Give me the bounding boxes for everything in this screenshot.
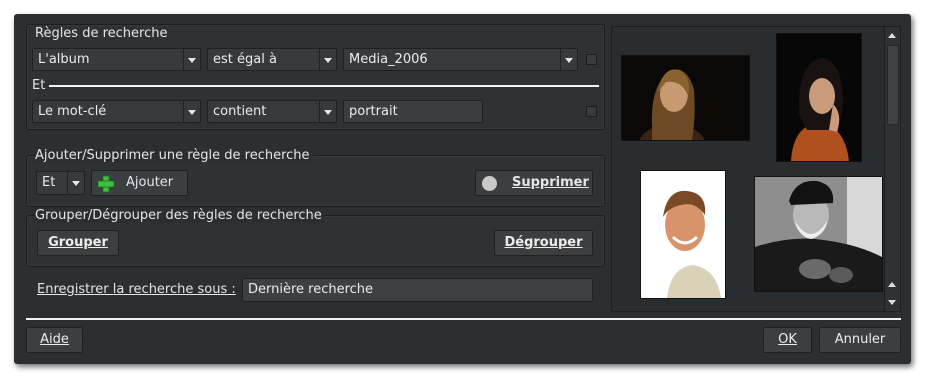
- rule2-operator-value: contient: [213, 104, 267, 119]
- rule1-field-select[interactable]: L'album: [32, 48, 201, 71]
- rule2-field-select[interactable]: Le mot-clé: [32, 100, 201, 123]
- rule2-field-value: Le mot-clé: [38, 104, 107, 119]
- thumbnail-view: [611, 26, 901, 312]
- ungroup-label: Dégrouper: [504, 235, 583, 250]
- scrollbar-handle[interactable]: [887, 45, 899, 125]
- remove-rule-label: Supprimer: [512, 175, 589, 190]
- group-button[interactable]: Grouper: [37, 230, 119, 256]
- plus-icon: [97, 175, 115, 193]
- rule1-operator-select[interactable]: est égal à: [207, 48, 337, 71]
- remove-circle-icon: [482, 176, 497, 191]
- scroll-up-icon[interactable]: [888, 33, 896, 38]
- rule1-operator-value: est égal à: [213, 52, 277, 67]
- remove-rule-button[interactable]: Supprimer: [475, 170, 593, 196]
- rule2-value-input[interactable]: portrait: [343, 100, 483, 123]
- chevron-down-icon: [319, 101, 336, 122]
- help-label: Aide: [40, 332, 69, 347]
- cancel-button[interactable]: Annuler: [819, 327, 901, 353]
- add-rule-button[interactable]: Ajouter: [91, 170, 188, 196]
- portrait-woman-dark-hair-thumbnail[interactable]: [776, 33, 862, 162]
- grouping-title: Grouper/Dégrouper des règles de recherch…: [35, 208, 325, 223]
- conjunction-select[interactable]: Et: [36, 171, 85, 195]
- add-remove-title: Ajouter/Supprimer une règle de recherche: [35, 148, 313, 163]
- group-label: Grouper: [48, 235, 108, 250]
- portrait-old-man-cap-thumbnail[interactable]: [754, 176, 883, 292]
- add-rule-label: Ajouter: [126, 175, 174, 190]
- save-search-label-text: Enregistrer la recherche sous :: [37, 282, 236, 297]
- portrait-man-smiling-icon: [641, 171, 725, 298]
- rule2-value: portrait: [349, 104, 398, 119]
- rule1-field-value: L'album: [38, 52, 90, 67]
- save-search-value: Dernière recherche: [248, 282, 374, 297]
- save-search-label: Enregistrer la recherche sous :: [37, 282, 236, 297]
- thumbnail-scrollbar[interactable]: [884, 27, 900, 311]
- chevron-down-icon: [319, 49, 336, 70]
- rule2-operator-select[interactable]: contient: [207, 100, 337, 123]
- portrait-woman-blonde-thumbnail[interactable]: [621, 55, 750, 141]
- ungroup-button[interactable]: Dégrouper: [494, 230, 593, 256]
- add-remove-group: Ajouter/Supprimer une règle de recherche…: [26, 148, 605, 207]
- search-rules-group: Règles de recherche L'album est égal à M…: [26, 24, 605, 130]
- portrait-woman-dark-hair-icon: [777, 34, 861, 161]
- search-dialog: Règles de recherche L'album est égal à M…: [14, 14, 911, 364]
- footer-divider: [26, 318, 901, 320]
- conjunction-divider: [49, 85, 599, 87]
- rule1-value-select[interactable]: Media_2006: [343, 48, 578, 71]
- search-rules-title: Règles de recherche: [35, 26, 168, 41]
- portrait-man-smiling-thumbnail[interactable]: [640, 170, 726, 299]
- portrait-woman-blonde-icon: [622, 56, 749, 140]
- chevron-down-icon: [560, 49, 577, 70]
- chevron-down-icon: [183, 49, 200, 70]
- ok-button[interactable]: OK: [763, 327, 812, 353]
- conjunction-label: Et: [32, 78, 46, 93]
- cancel-label: Annuler: [834, 332, 886, 347]
- conjunction-select-value: Et: [42, 175, 56, 190]
- chevron-down-icon: [183, 101, 200, 122]
- grouping-group: Grouper/Dégrouper des règles de recherch…: [26, 208, 605, 267]
- portrait-old-man-cap-icon: [755, 177, 882, 291]
- help-button[interactable]: Aide: [26, 327, 83, 353]
- rule2-checkbox[interactable]: [586, 106, 597, 117]
- scroll-down-icon[interactable]: [888, 300, 896, 305]
- scroll-up-icon[interactable]: [888, 282, 896, 287]
- chevron-down-icon: [67, 172, 84, 194]
- rule1-checkbox[interactable]: [586, 54, 597, 65]
- save-search-input[interactable]: Dernière recherche: [242, 278, 593, 302]
- rule1-value: Media_2006: [349, 52, 428, 67]
- ok-label: OK: [778, 332, 797, 347]
